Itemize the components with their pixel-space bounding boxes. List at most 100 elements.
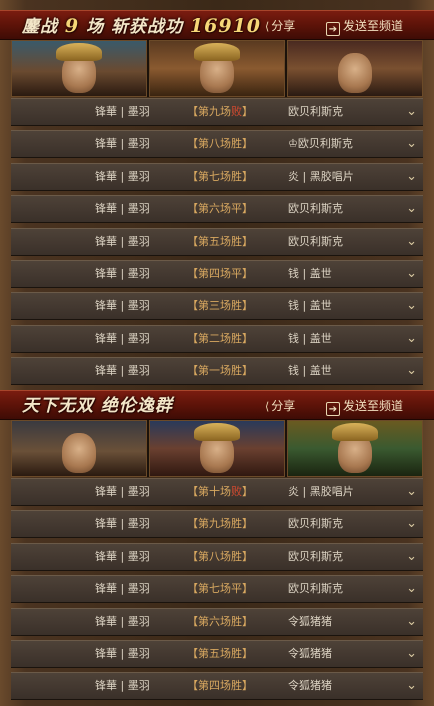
bracket-close: 】	[242, 517, 253, 530]
chevron-down-icon[interactable]: ⌄	[406, 164, 417, 190]
match-label: 【第四场胜】	[187, 673, 253, 699]
bracket-open: 【	[187, 235, 198, 248]
match-row[interactable]: 锋華 | 墨羽 【第一场胜】 钱 | 盖世 ⌄	[11, 357, 423, 385]
match-number: 第五场	[198, 235, 231, 248]
bracket-open: 【	[187, 170, 198, 183]
chevron-down-icon[interactable]: ⌄	[406, 358, 417, 384]
hero-portraits	[11, 420, 423, 477]
chevron-down-icon[interactable]: ⌄	[406, 196, 417, 222]
match-result: 胜	[231, 235, 242, 248]
match-row[interactable]: 锋華 | 墨羽 【第九场败】 欧贝利斯克 ⌄	[11, 98, 423, 126]
match-result: 胜	[231, 137, 242, 150]
match-label: 【第七场平】	[187, 576, 253, 602]
hero-portrait	[149, 40, 285, 97]
chevron-down-icon[interactable]: ⌄	[406, 544, 417, 570]
battle-record-page: 鏖战 9 场 斩获战功 16910 ⟨ 分享 ➔ 发送至频道 锋華 | 墨羽 【第九场…	[0, 0, 434, 706]
match-number: 第八场	[198, 137, 231, 150]
left-team-name: 锋華 | 墨羽	[95, 364, 150, 377]
match-result: 胜	[231, 679, 242, 692]
match-row[interactable]: 锋華 | 墨羽 【第五场胜】 欧贝利斯克 ⌄	[11, 228, 423, 256]
chevron-down-icon[interactable]: ⌄	[406, 609, 417, 635]
hero-portrait	[11, 420, 147, 477]
match-row[interactable]: 锋華 | 墨羽 【第七场平】 欧贝利斯克 ⌄	[11, 575, 423, 603]
bracket-close: 】	[242, 679, 253, 692]
chevron-down-icon[interactable]: ⌄	[406, 131, 417, 157]
match-number: 第六场	[198, 202, 231, 215]
match-row[interactable]: 锋華 | 墨羽 【第七场胜】 炎 | 黑胶唱片 ⌄	[11, 163, 423, 191]
chevron-down-icon[interactable]: ⌄	[406, 99, 417, 125]
match-number: 第四场	[198, 679, 231, 692]
match-label: 【第九场败】	[187, 99, 253, 125]
bracket-open: 【	[187, 615, 198, 628]
bracket-close: 】	[242, 485, 253, 498]
opponent-team-name: 欧贝利斯克	[288, 582, 343, 595]
bracket-open: 【	[187, 364, 198, 377]
section-title: 天下无双 绝伦逸群	[22, 394, 173, 418]
send-to-channel-button[interactable]: ➔ 发送至频道	[326, 397, 403, 416]
chevron-down-icon[interactable]: ⌄	[406, 261, 417, 287]
match-label: 【第五场胜】	[187, 641, 253, 667]
opponent-team-name: 钱 | 盖世	[288, 364, 332, 377]
chevron-down-icon[interactable]: ⌄	[406, 326, 417, 352]
match-row[interactable]: 锋華 | 墨羽 【第八场胜】 欧贝利斯克 ⌄	[11, 543, 423, 571]
hero-portraits	[11, 40, 423, 97]
chevron-down-icon[interactable]: ⌄	[406, 511, 417, 537]
opponent-team-name: 令狐猪猪	[288, 615, 332, 628]
match-row[interactable]: 锋華 | 墨羽 【第六场平】 欧贝利斯克 ⌄	[11, 195, 423, 223]
left-team-name: 锋華 | 墨羽	[95, 170, 150, 183]
match-row[interactable]: 锋華 | 墨羽 【第六场胜】 令狐猪猪 ⌄	[11, 608, 423, 636]
title-prefix: 鏖战	[22, 17, 58, 37]
chevron-down-icon[interactable]: ⌄	[406, 641, 417, 667]
chevron-down-icon[interactable]: ⌄	[406, 229, 417, 255]
bracket-open: 【	[187, 582, 198, 595]
share-button[interactable]: ⟨ 分享	[265, 397, 295, 415]
chevron-down-icon[interactable]: ⌄	[406, 576, 417, 602]
match-result: 胜	[231, 332, 242, 345]
bracket-open: 【	[187, 137, 198, 150]
match-label: 【第六场胜】	[187, 609, 253, 635]
opponent-team-name: 令狐猪猪	[288, 647, 332, 660]
match-result: 胜	[231, 615, 242, 628]
share-button[interactable]: ⟨ 分享	[265, 17, 295, 35]
match-label: 【第八场胜】	[187, 544, 253, 570]
match-number: 第九场	[198, 517, 231, 530]
bracket-close: 】	[242, 615, 253, 628]
match-label: 【第一场胜】	[187, 358, 253, 384]
match-row[interactable]: 锋華 | 墨羽 【第四场胜】 令狐猪猪 ⌄	[11, 672, 423, 700]
chevron-down-icon[interactable]: ⌄	[406, 673, 417, 699]
chevron-down-icon[interactable]: ⌄	[406, 293, 417, 319]
match-label: 【第九场胜】	[187, 511, 253, 537]
match-number: 第三场	[198, 299, 231, 312]
opponent-team-name: 钱 | 盖世	[288, 267, 332, 280]
hero-portrait	[287, 40, 423, 97]
send-label: 发送至频道	[343, 19, 404, 33]
bracket-close: 】	[242, 299, 253, 312]
left-team-name: 锋華 | 墨羽	[95, 582, 150, 595]
opponent-team-name: 欧贝利斯克	[288, 105, 343, 118]
left-team-name: 锋華 | 墨羽	[95, 550, 150, 563]
match-number: 第六场	[198, 615, 231, 628]
chevron-down-icon[interactable]: ⌄	[406, 479, 417, 505]
match-row[interactable]: 锋華 | 墨羽 【第四场平】 钱 | 盖世 ⌄	[11, 260, 423, 288]
send-icon: ➔	[326, 22, 340, 36]
match-result: 胜	[231, 550, 242, 563]
match-row[interactable]: 锋華 | 墨羽 【第二场胜】 钱 | 盖世 ⌄	[11, 325, 423, 353]
match-result: 败	[231, 105, 242, 118]
left-team-name: 锋華 | 墨羽	[95, 202, 150, 215]
match-row[interactable]: 锋華 | 墨羽 【第九场胜】 欧贝利斯克 ⌄	[11, 510, 423, 538]
bracket-open: 【	[187, 299, 198, 312]
match-row[interactable]: 锋華 | 墨羽 【第十场败】 炎 | 黑胶唱片 ⌄	[11, 478, 423, 506]
bracket-close: 】	[242, 202, 253, 215]
match-result: 平	[231, 582, 242, 595]
opponent-team-name: 欧贝利斯克	[288, 517, 343, 530]
hero-portrait	[11, 40, 147, 97]
match-row[interactable]: 锋華 | 墨羽 【第三场胜】 钱 | 盖世 ⌄	[11, 292, 423, 320]
section-banner: 天下无双 绝伦逸群 ⟨ 分享 ➔ 发送至频道	[0, 390, 434, 420]
left-team-name: 锋華 | 墨羽	[95, 647, 150, 660]
match-row[interactable]: 锋華 | 墨羽 【第八场胜】 ♔欧贝利斯克 ⌄	[11, 130, 423, 158]
match-label: 【第四场平】	[187, 261, 253, 287]
bracket-close: 】	[242, 364, 253, 377]
send-to-channel-button[interactable]: ➔ 发送至频道	[326, 17, 404, 36]
opponent-team-name: 钱 | 盖世	[288, 299, 332, 312]
match-row[interactable]: 锋華 | 墨羽 【第五场胜】 令狐猪猪 ⌄	[11, 640, 423, 668]
